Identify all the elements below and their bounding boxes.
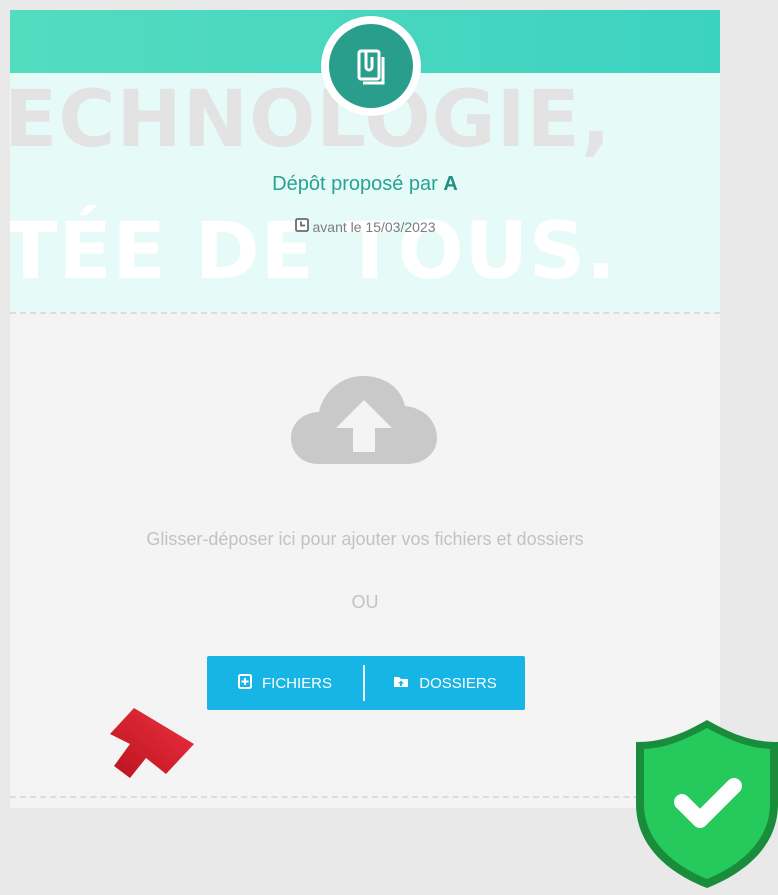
deposit-deadline: avant le 15/03/2023 [312, 218, 436, 235]
files-button[interactable]: FICHIERS [207, 656, 363, 710]
clock-icon [294, 218, 309, 235]
files-button-label: FICHIERS [261, 674, 332, 692]
logo [321, 16, 421, 116]
deposit-title: Dépôt proposé par A [10, 173, 720, 196]
red-arrow-icon [96, 706, 194, 789]
file-add-icon [237, 673, 252, 693]
dropzone-hint: Glisser-déposer ici pour ajouter vos fic… [146, 529, 584, 549]
section-divider-bottom [10, 796, 720, 798]
deposit-title-prefix: Dépôt proposé par [272, 173, 438, 195]
upload-panel: ECHNOLOGIE, TÉE DE TOUS. Dépôt proposé p… [10, 10, 720, 808]
deposit-author: A [443, 173, 458, 195]
shield-check-icon [634, 718, 778, 895]
deposit-deadline-row: avant le 15/03/2023 [10, 218, 720, 235]
section-divider [10, 312, 720, 314]
cloud-upload-icon [289, 370, 439, 471]
button-separator [363, 665, 365, 701]
or-label: OU [351, 592, 379, 612]
folders-button[interactable]: DOSSIERS [365, 656, 525, 710]
upload-button-group: FICHIERS DOSSIERS [207, 656, 525, 710]
folder-upload-icon [393, 675, 409, 692]
paper-clip-document-icon [329, 24, 413, 108]
folders-button-label: DOSSIERS [419, 674, 497, 692]
